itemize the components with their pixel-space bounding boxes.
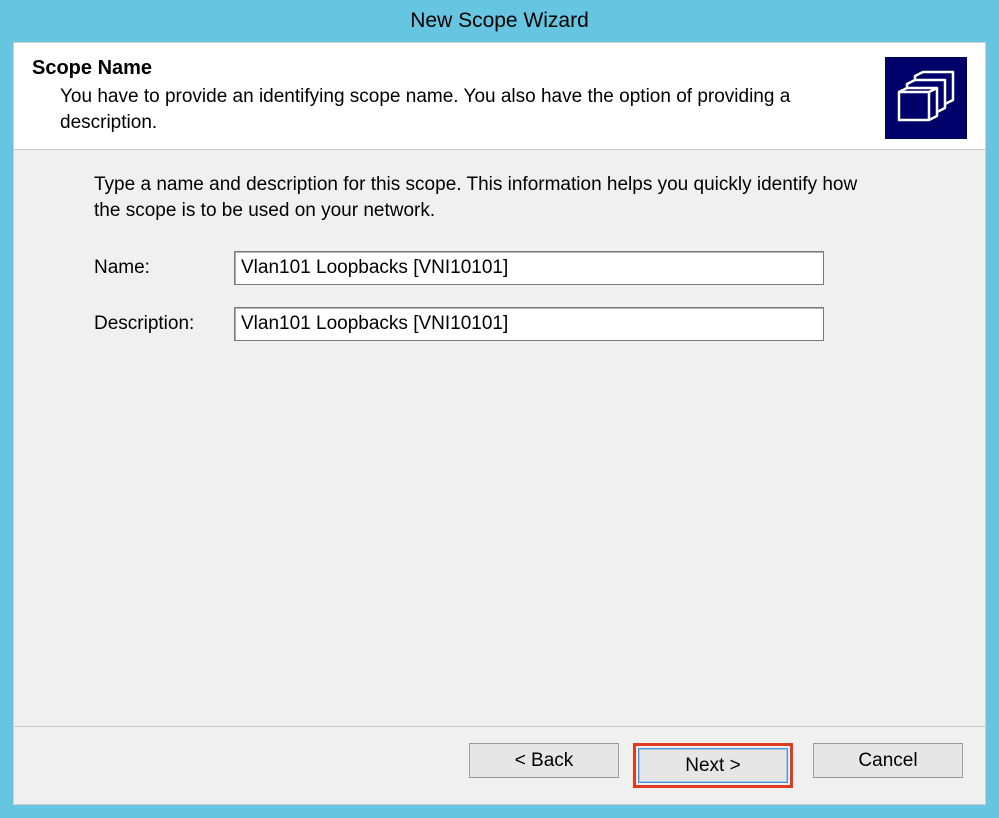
name-field[interactable] <box>234 251 824 285</box>
titlebar[interactable]: New Scope Wizard <box>0 0 999 42</box>
next-button[interactable]: Next > <box>638 748 788 783</box>
description-row: Description: <box>94 307 957 341</box>
folder-stack-icon <box>885 57 967 139</box>
page-title: Scope Name <box>32 57 875 80</box>
wizard-footer: < Back Next > Cancel <box>14 726 985 804</box>
page-subtitle: You have to provide an identifying scope… <box>32 84 832 135</box>
callout-highlight: Next > <box>633 743 793 788</box>
wizard-header-text: Scope Name You have to provide an identi… <box>32 57 885 135</box>
wizard-header: Scope Name You have to provide an identi… <box>14 43 985 150</box>
back-button[interactable]: < Back <box>469 743 619 778</box>
description-field[interactable] <box>234 307 824 341</box>
wizard-window: New Scope Wizard Scope Name You have to … <box>0 0 999 818</box>
cancel-button[interactable]: Cancel <box>813 743 963 778</box>
intro-text: Type a name and description for this sco… <box>94 172 864 223</box>
name-row: Name: <box>94 251 957 285</box>
client-area: Scope Name You have to provide an identi… <box>13 42 986 805</box>
wizard-body: Type a name and description for this sco… <box>14 150 985 726</box>
name-label: Name: <box>94 257 234 279</box>
description-label: Description: <box>94 313 234 335</box>
window-title: New Scope Wizard <box>410 9 589 33</box>
